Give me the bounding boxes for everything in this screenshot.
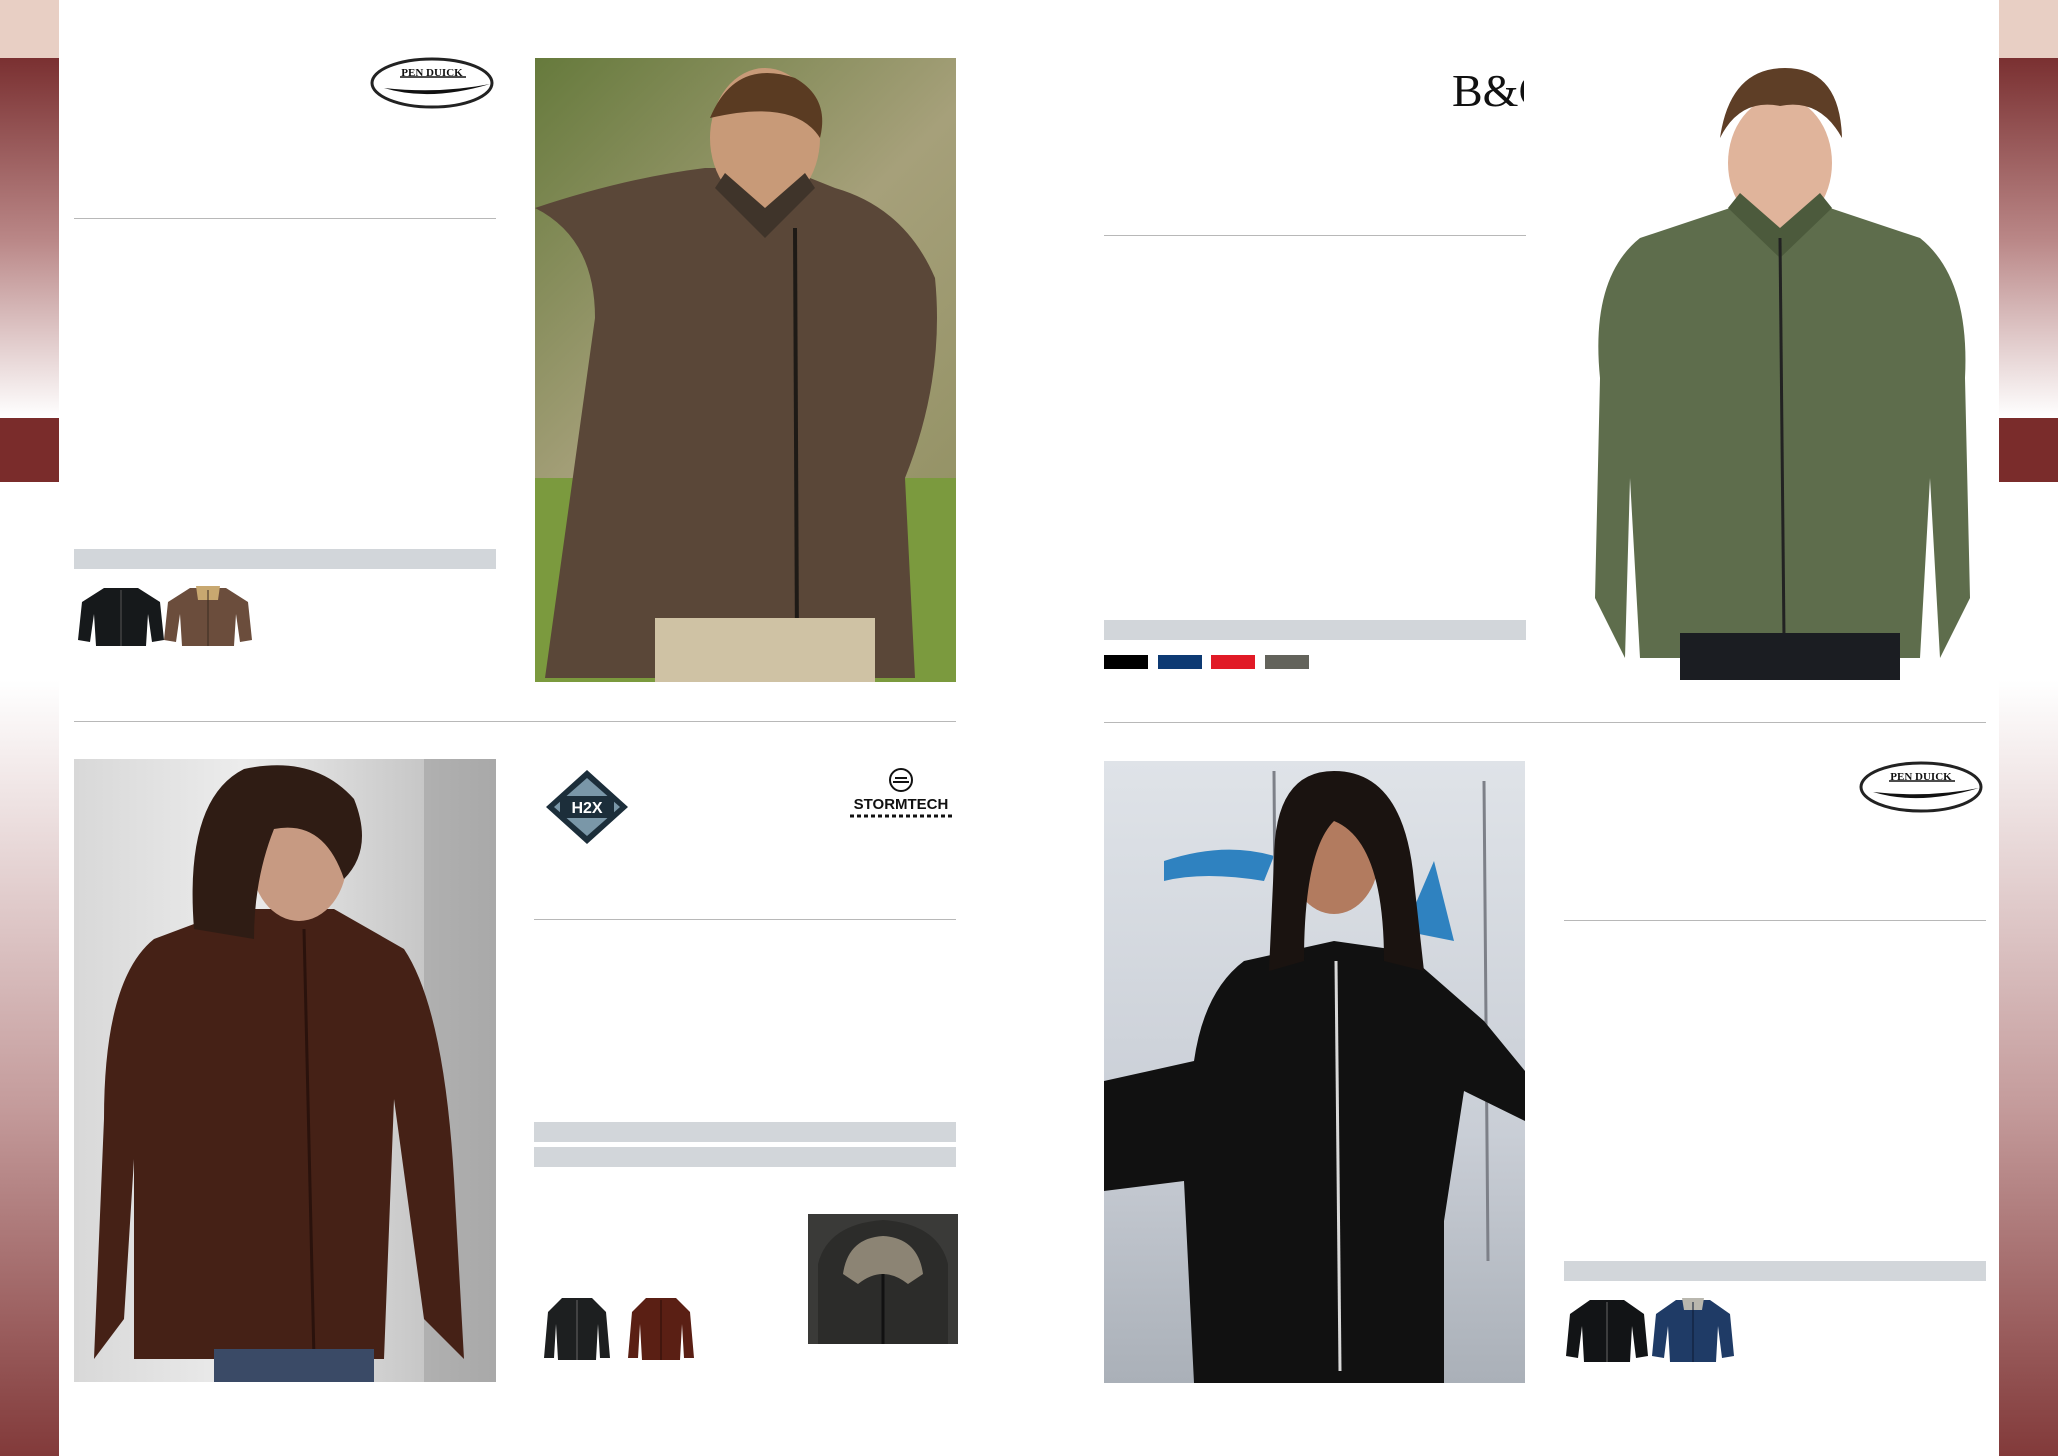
colour-bar bbox=[534, 1147, 956, 1167]
color-swatch-red bbox=[1211, 655, 1255, 669]
right-band-block bbox=[1999, 418, 2058, 482]
divider bbox=[1564, 920, 1986, 921]
colour-bar bbox=[1564, 1261, 1986, 1281]
jacket-thumb-black bbox=[1564, 1296, 1650, 1364]
product-photo-man-brown-fleece bbox=[535, 58, 956, 682]
colour-bar bbox=[534, 1122, 956, 1142]
svg-text:PEN DUICK: PEN DUICK bbox=[401, 67, 463, 79]
jacket-thumb-navy bbox=[1650, 1296, 1736, 1364]
color-swatch-black bbox=[1104, 655, 1148, 669]
pen-duick-logo: PEN DUICK bbox=[370, 56, 496, 110]
divider bbox=[74, 218, 496, 219]
divider bbox=[1104, 235, 1526, 236]
colour-bar bbox=[1104, 620, 1526, 640]
svg-text:PEN DUICK: PEN DUICK bbox=[1890, 771, 1952, 783]
jacket-thumb-brown bbox=[626, 1294, 696, 1364]
jacket-thumb-black bbox=[76, 584, 166, 650]
svg-text:STORMTECH: STORMTECH bbox=[854, 796, 949, 813]
svg-text:H2X: H2X bbox=[571, 800, 602, 817]
jacket-thumb-brown bbox=[162, 584, 254, 650]
bc-logo: B&C bbox=[1450, 56, 1524, 118]
svg-text:B&C: B&C bbox=[1452, 65, 1524, 116]
pen-duick-logo: PEN DUICK bbox=[1859, 760, 1985, 814]
divider bbox=[534, 919, 956, 920]
left-band-bottom bbox=[0, 680, 59, 1456]
jacket-thumb-black bbox=[542, 1294, 612, 1364]
left-band-block bbox=[0, 418, 59, 482]
right-band-top bbox=[1999, 0, 2058, 58]
colour-bar bbox=[74, 549, 496, 569]
h2x-logo: H2X bbox=[544, 768, 630, 846]
right-band-gradient bbox=[1999, 58, 2058, 418]
left-band-gradient bbox=[0, 58, 59, 418]
color-swatch-grey bbox=[1265, 655, 1309, 669]
color-swatch-navy bbox=[1158, 655, 1202, 669]
product-detail-hood-photo bbox=[808, 1214, 958, 1344]
product-photo-woman-brown-fleece bbox=[74, 759, 496, 1382]
right-band-bottom bbox=[1999, 680, 2058, 1456]
section-divider-right bbox=[1104, 722, 1986, 723]
product-photo-man-green-fleece bbox=[1580, 58, 1980, 680]
section-divider-left bbox=[74, 721, 956, 722]
left-band-top bbox=[0, 0, 59, 58]
stormtech-logo: STORMTECH bbox=[846, 766, 956, 822]
product-photo-woman-black-fleece bbox=[1104, 761, 1525, 1383]
